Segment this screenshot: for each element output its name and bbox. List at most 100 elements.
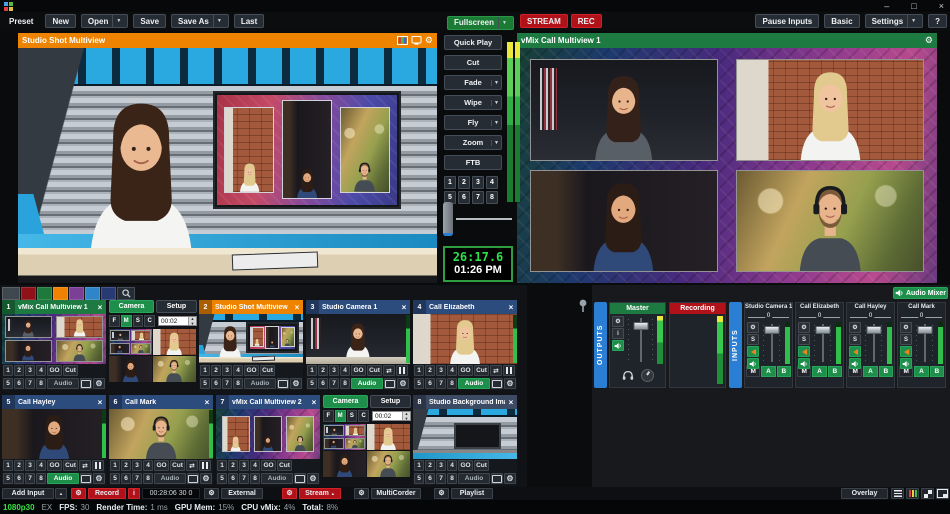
overlay-5-button[interactable]: 5 xyxy=(217,473,227,484)
fullscreen-monitor-icon[interactable] xyxy=(277,378,289,389)
dropdown-arrow-icon[interactable]: ▼ xyxy=(498,17,507,29)
transition-fade-button[interactable]: Fade▼ xyxy=(444,75,502,90)
bus-a-button[interactable]: A xyxy=(761,366,775,377)
cut-button[interactable]: Cut xyxy=(260,365,275,376)
toolbar-save-button[interactable]: Save xyxy=(133,14,166,28)
headphones-icon[interactable] xyxy=(622,370,634,381)
audio-toggle-button[interactable]: Audio xyxy=(261,473,293,484)
close-input-icon[interactable]: × xyxy=(291,303,303,312)
channel-fader[interactable] xyxy=(762,322,781,364)
audio-toggle-button[interactable]: Audio xyxy=(351,378,383,389)
category-tab-4[interactable] xyxy=(53,287,68,300)
cut-button[interactable]: Cut xyxy=(63,460,78,471)
cut-button[interactable]: Cut xyxy=(170,460,185,471)
overlay-6-button[interactable]: 6 xyxy=(121,473,131,484)
master-info-button[interactable]: i xyxy=(612,328,624,339)
spinner-arrows-icon[interactable]: ▲▼ xyxy=(188,317,196,325)
bus-a-button[interactable]: A xyxy=(812,366,826,377)
bus-b-button[interactable]: B xyxy=(879,366,893,377)
overlay-1-button[interactable]: 1 xyxy=(217,460,227,471)
preview-video[interactable] xyxy=(18,48,437,283)
input-thumbnail[interactable] xyxy=(199,314,303,364)
channel-mute-button[interactable] xyxy=(900,358,912,369)
bus-a-button[interactable]: A xyxy=(863,366,877,377)
quick-play-button[interactable]: Quick Play xyxy=(444,35,502,50)
color-bars-icon[interactable] xyxy=(397,36,408,45)
overlay-7-button[interactable]: 7 xyxy=(239,473,249,484)
overlay-1-button[interactable]: 1 xyxy=(110,460,120,471)
input-settings-gear-icon[interactable]: ⚙ xyxy=(290,378,302,389)
rec-indicator-button[interactable]: REC xyxy=(571,14,602,28)
input-settings-gear-icon[interactable]: ⚙ xyxy=(93,473,105,484)
minimize-button[interactable]: – xyxy=(884,1,889,11)
channel-solo-button[interactable]: S xyxy=(798,334,810,345)
input-tile-2[interactable]: 2Studio Shot Multiview×1234GOCut5678Audi… xyxy=(199,300,303,390)
overlay-5-button[interactable]: 5 xyxy=(200,378,210,389)
channel-fader[interactable] xyxy=(813,322,832,364)
input-settings-gear-icon[interactable]: ⚙ xyxy=(397,378,409,389)
toolbar-pause-inputs-button[interactable]: Pause Inputs xyxy=(755,14,819,28)
toolbar-basic-button[interactable]: Basic xyxy=(824,14,859,28)
fullscreen-monitor-icon[interactable] xyxy=(411,36,422,45)
overlay-8-button[interactable]: 8 xyxy=(447,473,457,484)
loop-icon[interactable]: ⇄ xyxy=(383,365,395,376)
overlay-8-button[interactable]: 8 xyxy=(36,473,46,484)
audio-toggle-button[interactable]: Audio xyxy=(154,473,186,484)
toolbar-new-button[interactable]: New xyxy=(45,14,75,28)
cut-button[interactable]: Cut xyxy=(277,460,292,471)
channel-send-button[interactable] xyxy=(849,346,861,357)
overlay-6-button[interactable]: 6 xyxy=(425,378,435,389)
overlay-6-button[interactable]: 6 xyxy=(425,473,435,484)
input-header[interactable]: 5Call Hayley× xyxy=(2,395,106,409)
input-tile-1[interactable]: 1vMix Call Multiview 1×1234GOCut5678Audi… xyxy=(2,300,106,390)
channel-settings-gear-icon[interactable]: ⚙ xyxy=(798,322,810,333)
pause-icon[interactable] xyxy=(199,460,211,471)
input-thumbnail[interactable] xyxy=(306,314,410,364)
overlay-6-button[interactable]: 6 xyxy=(228,473,238,484)
transition-fly-button[interactable]: Fly▼ xyxy=(444,115,502,130)
multicorder-button[interactable]: MultiCorder xyxy=(371,488,421,499)
channel-settings-gear-icon[interactable]: ⚙ xyxy=(900,322,912,333)
cut-button[interactable]: Cut xyxy=(63,365,78,376)
toolbar-help-button[interactable]: ? xyxy=(928,14,947,28)
input-tile-6[interactable]: 6Call Mark×1234GOCut⇄5678Audio⚙ xyxy=(109,395,213,485)
overlay-7-button[interactable]: 7 xyxy=(222,378,232,389)
bus-b-button[interactable]: B xyxy=(828,366,842,377)
overlay-number-6[interactable]: 6 xyxy=(458,191,470,204)
pip-view-button[interactable] xyxy=(936,488,949,499)
input-settings-gear-icon[interactable]: ⚙ xyxy=(504,473,516,484)
overlay-button[interactable]: Overlay xyxy=(841,488,888,499)
record-button[interactable]: Record xyxy=(88,488,126,499)
toolbar-last-button[interactable]: Last xyxy=(234,14,264,28)
overlay-3-button[interactable]: 3 xyxy=(132,460,142,471)
overlay-2-button[interactable]: 2 xyxy=(318,365,328,376)
input-settings-gear-icon[interactable]: ⚙ xyxy=(93,378,105,389)
audio-toggle-button[interactable]: Audio xyxy=(47,473,79,484)
overlay-5-button[interactable]: 5 xyxy=(414,378,424,389)
audio-toggle-button[interactable]: Audio xyxy=(458,473,490,484)
fullscreen-monitor-icon[interactable] xyxy=(187,473,199,484)
dropdown-arrow-icon[interactable]: ▼ xyxy=(491,120,499,126)
program-video[interactable] xyxy=(517,48,937,283)
go-button[interactable]: GO xyxy=(458,365,473,376)
stream-indicator-button[interactable]: STREAM xyxy=(520,14,568,28)
overlay-1-button[interactable]: 1 xyxy=(414,365,424,376)
master-settings-gear-icon[interactable]: ⚙ xyxy=(612,316,624,327)
dropdown-arrow-icon[interactable]: ▼ xyxy=(491,80,499,86)
overlay-8-button[interactable]: 8 xyxy=(340,378,350,389)
mode-c-button[interactable]: C xyxy=(144,315,155,327)
category-tab-7[interactable] xyxy=(101,287,116,300)
caller-thumbnail[interactable] xyxy=(323,424,366,450)
audio-toggle-button[interactable]: Audio xyxy=(458,378,490,389)
category-tab-1[interactable] xyxy=(2,287,20,300)
overlay-4-button[interactable]: 4 xyxy=(340,365,350,376)
overlay-8-button[interactable]: 8 xyxy=(233,378,243,389)
transition-cut-button[interactable]: Cut xyxy=(444,55,502,70)
channel-settings-gear-icon[interactable]: ⚙ xyxy=(849,322,861,333)
overlay-7-button[interactable]: 7 xyxy=(436,473,446,484)
overlay-2-button[interactable]: 2 xyxy=(425,460,435,471)
go-button[interactable]: GO xyxy=(261,460,276,471)
input-tile-4[interactable]: 4Call Elizabeth×1234GOCut⇄5678Audio⚙ xyxy=(413,300,517,390)
dropdown-arrow-icon[interactable]: ▼ xyxy=(491,140,499,146)
add-input-dropdown[interactable]: ▲ xyxy=(55,488,67,499)
